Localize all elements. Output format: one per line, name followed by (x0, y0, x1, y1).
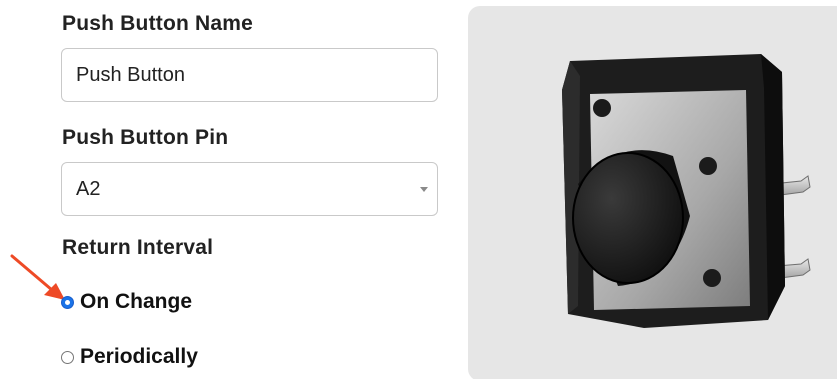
product-image-panel (468, 6, 837, 379)
name-input[interactable] (61, 48, 438, 102)
pin-select[interactable]: A2 (61, 162, 438, 216)
pin-select-value: A2 (76, 178, 101, 200)
push-button-settings: Push Button Name Push Button Pin A2 Retu… (0, 0, 837, 379)
interval-label: Return Interval (62, 236, 214, 259)
radio-on-change-button[interactable] (61, 295, 74, 309)
name-label: Push Button Name (62, 12, 254, 35)
radio-periodically-button[interactable] (61, 350, 74, 364)
chevron-down-icon (420, 187, 428, 192)
push-button-illustration (562, 54, 811, 328)
pin-label: Push Button Pin (62, 126, 229, 149)
radio-on-change-label: On Change (80, 290, 193, 313)
radio-periodically[interactable]: Periodically (61, 345, 198, 369)
radio-periodically-label: Periodically (80, 345, 198, 368)
radio-on-change[interactable]: On Change (61, 290, 192, 314)
